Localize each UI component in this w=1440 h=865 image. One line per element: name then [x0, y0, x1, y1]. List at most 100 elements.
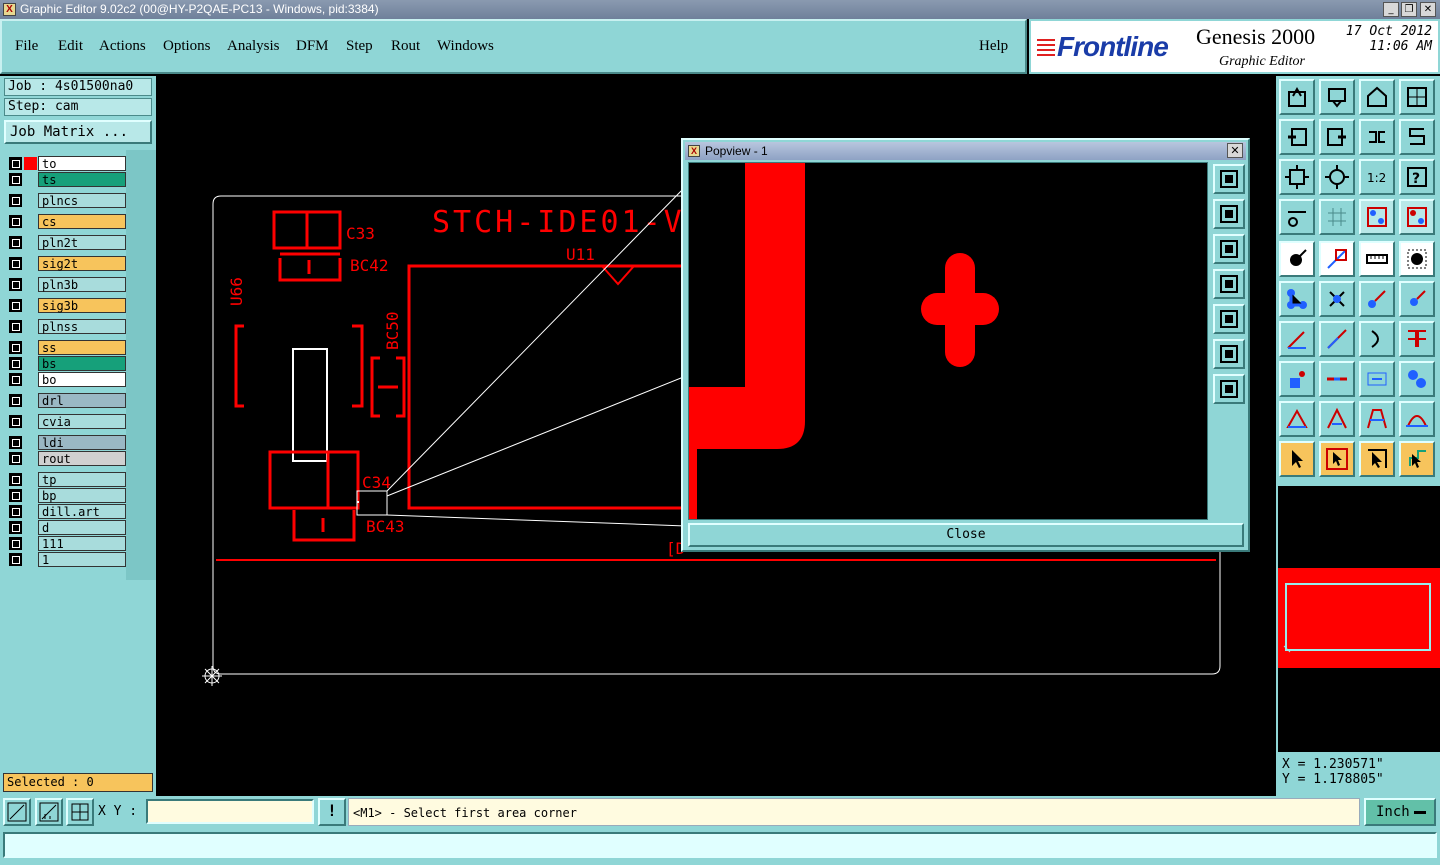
arch2-tool[interactable] — [1359, 401, 1395, 437]
cluster-tool[interactable] — [1399, 361, 1435, 397]
layer-checkbox[interactable] — [9, 489, 22, 502]
menu-edit[interactable]: Edit — [58, 38, 83, 55]
layer-row-pln3b[interactable]: pln3b — [6, 277, 126, 292]
layer-checkbox[interactable] — [9, 537, 22, 550]
menu-options[interactable]: Options — [163, 38, 211, 55]
popview-close-icon[interactable]: ✕ — [1227, 143, 1243, 158]
scale-tool[interactable]: 1:2 — [1359, 159, 1395, 195]
job-matrix-button[interactable]: Job Matrix ... — [4, 120, 152, 144]
edit-line-tool[interactable] — [1319, 321, 1355, 357]
pad-red-tool[interactable] — [1279, 361, 1315, 397]
layer-checkbox[interactable] — [9, 341, 22, 354]
select-circle-tool[interactable] — [1359, 441, 1395, 477]
layer-checkbox[interactable] — [9, 320, 22, 333]
measure-tool[interactable] — [35, 798, 63, 826]
layer-row-1[interactable]: 1 — [6, 552, 126, 567]
menu-rout[interactable]: Rout — [391, 38, 420, 55]
layer-checkbox[interactable] — [9, 357, 22, 370]
triangle-tool[interactable] — [1279, 401, 1315, 437]
open-tool[interactable] — [1279, 79, 1315, 115]
layer-checkbox[interactable] — [9, 473, 22, 486]
layer-row-d[interactable]: d — [6, 520, 126, 535]
layer-checkbox[interactable] — [9, 157, 22, 170]
snap2-tool[interactable] — [1399, 199, 1435, 235]
layer-checkbox[interactable] — [9, 415, 22, 428]
menu-help[interactable]: Help — [979, 38, 1008, 55]
popview-pan-button[interactable] — [1213, 374, 1245, 404]
popview-right-button[interactable] — [1213, 304, 1245, 334]
copy-tool[interactable] — [1399, 281, 1435, 317]
layer-checkbox[interactable] — [9, 521, 22, 534]
layer-checkbox[interactable] — [9, 236, 22, 249]
select-tool[interactable] — [1279, 441, 1315, 477]
arc-tool[interactable] — [1359, 321, 1395, 357]
popview-down-button[interactable] — [1213, 234, 1245, 264]
popview-close-button[interactable]: Close — [688, 523, 1244, 547]
menu-windows[interactable]: Windows — [437, 38, 494, 55]
add-pad-tool[interactable] — [1279, 241, 1315, 277]
popview-canvas[interactable] — [688, 162, 1208, 520]
layer-row-dill.art[interactable]: dill.art — [6, 504, 126, 519]
select-box-tool[interactable] — [1319, 441, 1355, 477]
minimize-button[interactable]: _ — [1383, 2, 1399, 17]
layer-row-plncs[interactable]: plncs — [6, 193, 126, 208]
grid-snap-tool[interactable] — [66, 798, 94, 826]
layer-row-bo[interactable]: bo — [6, 372, 126, 387]
layer-row-ts[interactable]: ts — [6, 172, 126, 187]
zoom-tool[interactable] — [1319, 159, 1355, 195]
layer-row-rout[interactable]: rout — [6, 451, 126, 466]
layer-checkbox[interactable] — [9, 278, 22, 291]
overview-minimap[interactable] — [1276, 486, 1440, 752]
layer-checkbox[interactable] — [9, 299, 22, 312]
layer-checkbox[interactable] — [9, 257, 22, 270]
layer-checkbox[interactable] — [9, 215, 22, 228]
menu-file[interactable]: File — [15, 38, 38, 55]
popview-left-button[interactable] — [1213, 269, 1245, 299]
layer-checkbox[interactable] — [9, 505, 22, 518]
arch-tool[interactable] — [1319, 401, 1355, 437]
menu-step[interactable]: Step — [346, 38, 373, 55]
layer-row-bp[interactable]: bp — [6, 488, 126, 503]
prev-tool[interactable] — [1279, 119, 1315, 155]
layer-row-pln2t[interactable]: pln2t — [6, 235, 126, 250]
alert-button[interactable]: ! — [318, 798, 346, 826]
window-tool[interactable] — [1399, 79, 1435, 115]
layer-scroll-strip[interactable] — [126, 150, 156, 580]
layer-row-to[interactable]: to — [6, 156, 126, 171]
tools-tool[interactable] — [1279, 199, 1315, 235]
zoom-area-tool[interactable] — [3, 798, 31, 826]
layer-checkbox[interactable] — [9, 436, 22, 449]
layer-checkbox[interactable] — [9, 394, 22, 407]
unit-select[interactable]: Inch — [1364, 798, 1436, 826]
ruler-tool[interactable] — [1359, 241, 1395, 277]
mirror-tool[interactable] — [1399, 321, 1435, 357]
delete-tool[interactable] — [1319, 281, 1355, 317]
connect-tool[interactable] — [1279, 281, 1315, 317]
popview-zoom-button[interactable] — [1213, 339, 1245, 369]
popview-fit-button[interactable] — [1213, 164, 1245, 194]
swap-tool[interactable] — [1359, 119, 1395, 155]
arch3-tool[interactable] — [1399, 401, 1435, 437]
close-window-button[interactable]: ✕ — [1420, 2, 1436, 17]
move-tool[interactable] — [1359, 281, 1395, 317]
layer-checkbox[interactable] — [9, 553, 22, 566]
next-tool[interactable] — [1319, 119, 1355, 155]
layer-row-cs[interactable]: cs — [6, 214, 126, 229]
layer-row-sig2t[interactable]: sig2t — [6, 256, 126, 271]
trace-tool[interactable] — [1319, 361, 1355, 397]
home-tool[interactable] — [1359, 79, 1395, 115]
save-tool[interactable] — [1319, 79, 1355, 115]
select-net-tool[interactable] — [1399, 441, 1435, 477]
maximize-button[interactable]: ❐ — [1401, 2, 1417, 17]
layer-checkbox[interactable] — [9, 194, 22, 207]
circle-tool[interactable] — [1399, 241, 1435, 277]
popview-up-button[interactable] — [1213, 199, 1245, 229]
layer-checkbox[interactable] — [9, 452, 22, 465]
menu-actions[interactable]: Actions — [99, 38, 146, 55]
layer-checkbox[interactable] — [9, 173, 22, 186]
layer-row-111[interactable]: 111 — [6, 536, 126, 551]
layer-row-sig3b[interactable]: sig3b — [6, 298, 126, 313]
dimension-tool[interactable] — [1359, 361, 1395, 397]
line-tool[interactable] — [1319, 241, 1355, 277]
route-tool[interactable] — [1399, 119, 1435, 155]
